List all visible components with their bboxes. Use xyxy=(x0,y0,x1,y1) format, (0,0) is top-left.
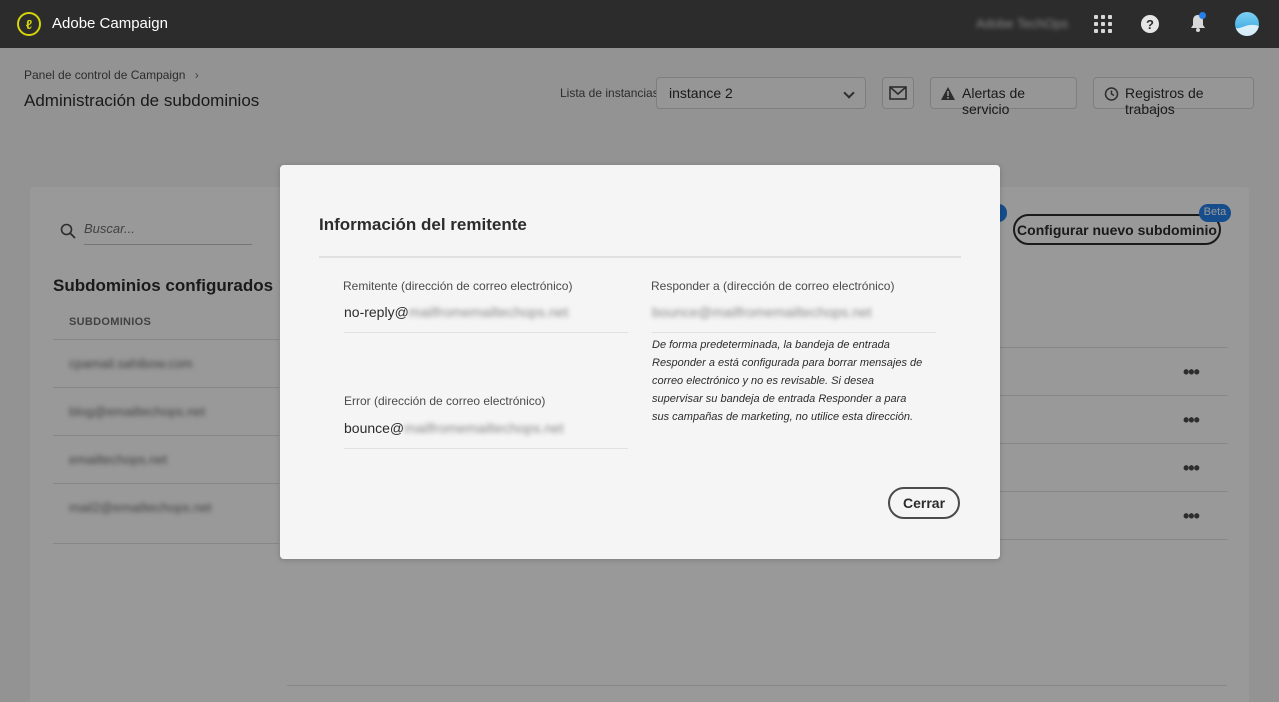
dialog-divider xyxy=(319,256,961,258)
notification-dot xyxy=(1199,12,1206,19)
error-prefix: bounce@ xyxy=(344,420,405,436)
reply-to-label: Responder a (dirección de correo electró… xyxy=(651,279,895,293)
avatar[interactable] xyxy=(1235,12,1259,36)
dialog-title: Información del remitente xyxy=(319,215,527,234)
sender-domain: mailfromemailtechops.net xyxy=(408,304,569,320)
app-title[interactable]: Adobe Campaign xyxy=(52,15,168,32)
sender-field[interactable]: no-reply@mailfromemailtechops.net xyxy=(344,304,628,333)
error-field[interactable]: bounce@mailfromemailtechops.net xyxy=(344,420,628,449)
error-domain: mailfromemailtechops.net xyxy=(404,420,564,436)
reply-to-field[interactable]: bounce@mailfromemailtechops.net xyxy=(652,304,936,333)
error-label: Error (dirección de correo electrónico) xyxy=(344,394,546,408)
apps-grid-icon[interactable] xyxy=(1094,15,1112,33)
sender-prefix: no-reply@ xyxy=(344,304,409,320)
reply-to-value: bounce@mailfromemailtechops.net xyxy=(652,304,872,320)
sender-info-dialog: Información del remitente Remitente (dir… xyxy=(280,165,1000,559)
help-icon[interactable]: ? xyxy=(1141,15,1159,33)
sender-label: Remitente (dirección de correo electróni… xyxy=(343,279,573,293)
org-switcher[interactable]: Adobe TechOps xyxy=(976,16,1068,31)
adobe-campaign-logo-icon[interactable]: ℓ xyxy=(17,12,41,36)
top-bar: ℓ Adobe Campaign Adobe TechOps ? xyxy=(0,0,1279,48)
close-button[interactable]: Cerrar xyxy=(888,487,960,519)
reply-to-help-text: De forma predeterminada, la bandeja de e… xyxy=(652,339,923,423)
